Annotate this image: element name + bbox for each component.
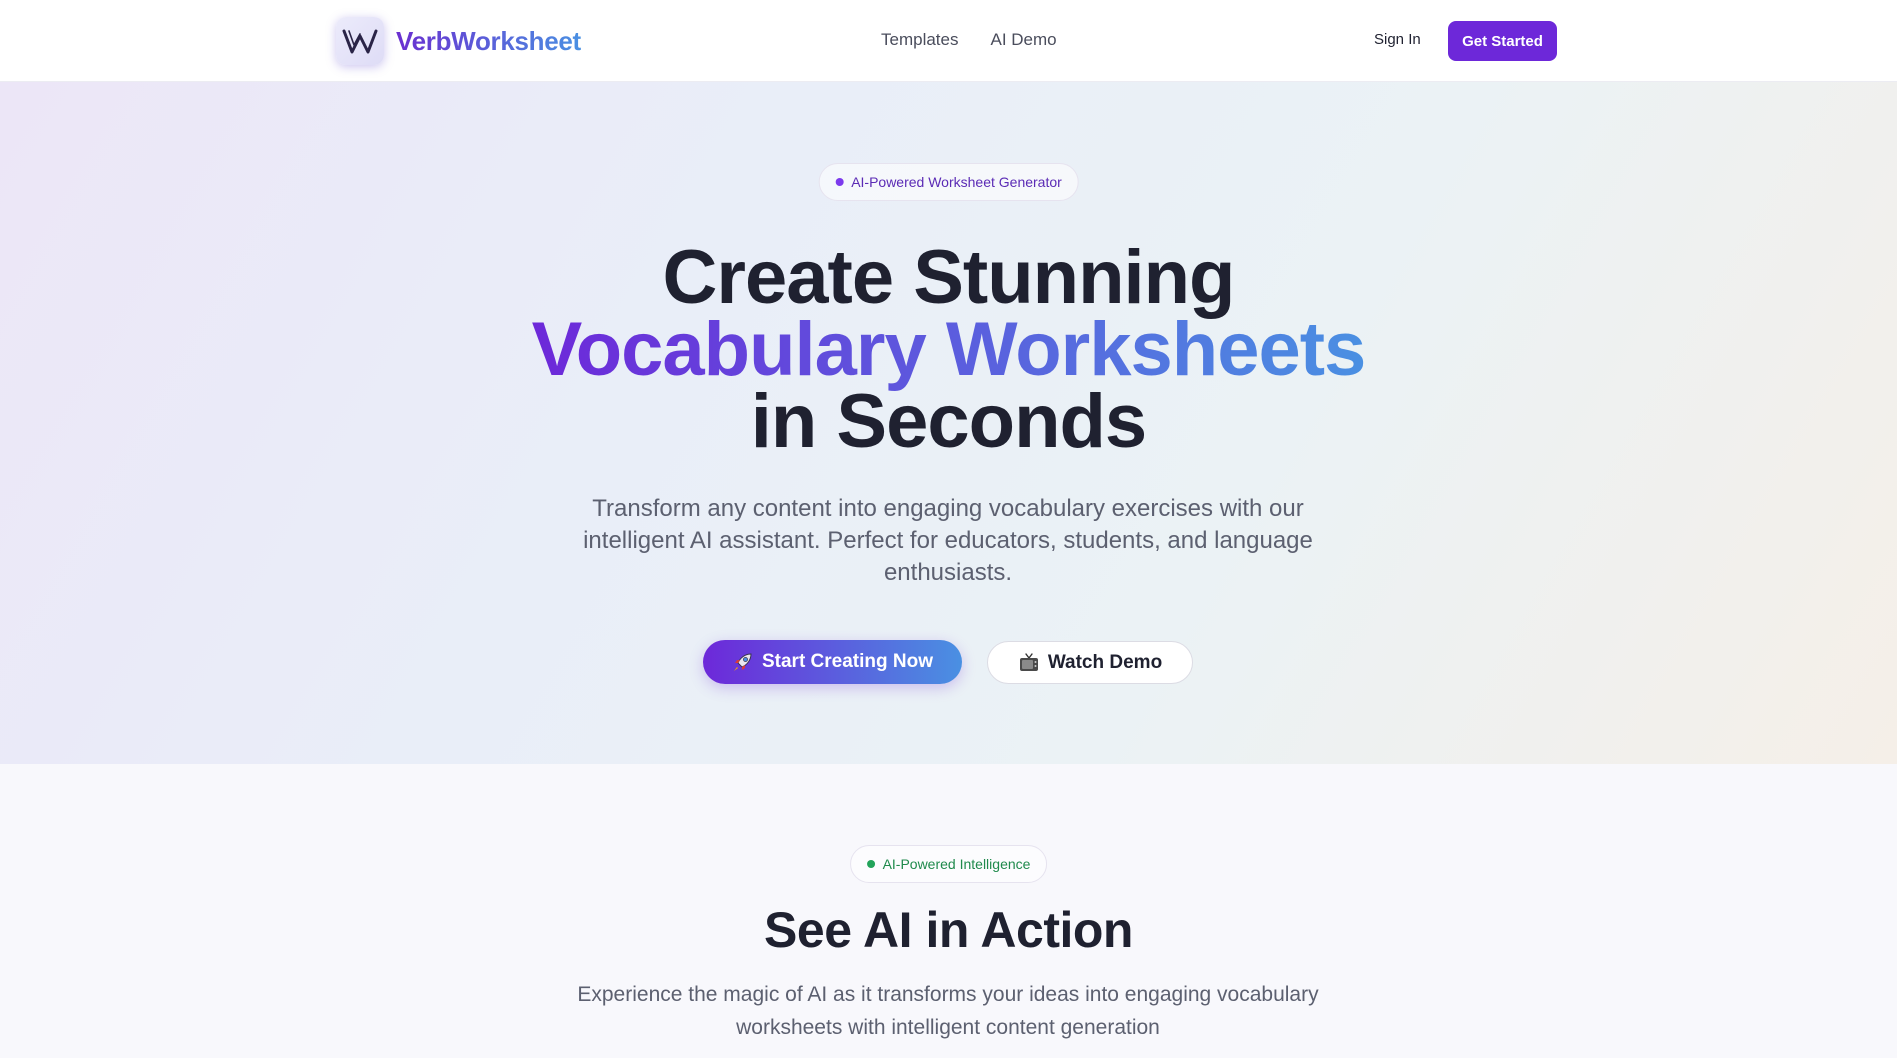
start-creating-label: Start Creating Now <box>761 651 934 672</box>
brand-logo[interactable]: VerbWorksheet <box>336 17 581 65</box>
site-header: VerbWorksheet Templates AI Demo Sign In … <box>0 0 1897 82</box>
hero-headline: Create Stunning Vocabulary Worksheets in… <box>0 240 1897 460</box>
start-creating-button[interactable]: Start Creating Now <box>703 640 962 684</box>
ai-badge-label: AI-Powered Intelligence <box>882 856 1031 872</box>
headline-line-3: in Seconds <box>750 379 1147 464</box>
section-title: See AI in Action <box>764 902 1133 958</box>
ai-badge: AI-Powered Intelligence <box>849 845 1048 883</box>
main-nav: Templates AI Demo <box>881 30 1057 50</box>
brand-name: VerbWorksheet <box>396 25 581 56</box>
hero-subtitle: Transform any content into engaging voca… <box>583 495 1313 586</box>
rocket-icon <box>732 651 754 673</box>
hero-badge-label: AI-Powered Worksheet Generator <box>851 174 1062 190</box>
tv-icon <box>1018 652 1040 674</box>
get-started-button[interactable]: Get Started <box>1448 21 1557 61</box>
nav-link-ai-demo[interactable]: AI Demo <box>990 30 1056 50</box>
w-monogram-icon <box>336 17 384 65</box>
watch-demo-label: Watch Demo <box>1047 651 1163 673</box>
badge-dot-icon <box>866 860 875 868</box>
nav-link-templates[interactable]: Templates <box>881 30 958 50</box>
badge-dot-icon <box>835 178 844 186</box>
section-subtitle: Experience the magic of AI as it transfo… <box>577 983 1319 1039</box>
ai-in-action-section: AI-Powered Intelligence See AI in Action… <box>0 764 1897 1058</box>
watch-demo-button[interactable]: Watch Demo <box>987 641 1193 684</box>
hero-badge: AI-Powered Worksheet Generator <box>818 163 1079 201</box>
sign-in-link[interactable]: Sign In <box>1374 31 1421 48</box>
hero-section: AI-Powered Worksheet Generator Create St… <box>0 82 1897 764</box>
